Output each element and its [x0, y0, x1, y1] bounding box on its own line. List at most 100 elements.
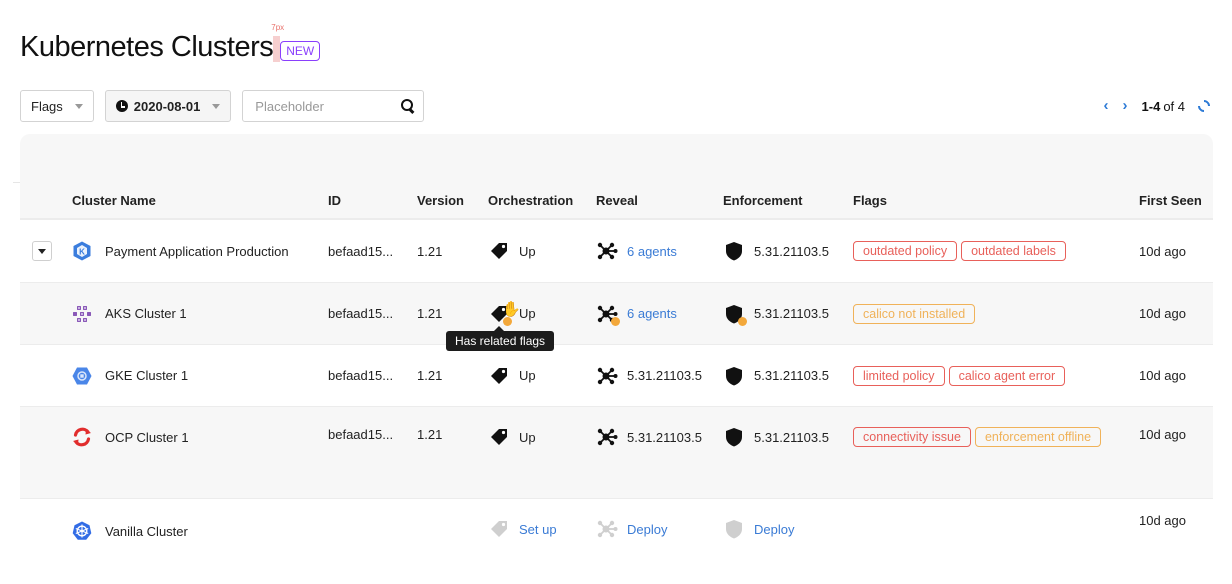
table-header: Cluster Name ID Version Orchestration Re… — [20, 182, 1213, 220]
enforcement-deploy-link[interactable]: Deploy — [754, 522, 794, 537]
column-header-cluster-name[interactable]: Cluster Name — [72, 193, 328, 208]
network-nodes-icon — [596, 304, 620, 326]
shield-icon — [723, 366, 745, 386]
shield-icon — [723, 519, 745, 539]
chevron-right-icon[interactable]: › — [1123, 98, 1128, 114]
search-icon[interactable] — [401, 99, 415, 113]
shield-icon — [723, 241, 745, 261]
tag-icon — [488, 519, 510, 539]
table-row[interactable]: OCP Cluster 1 befaad15... 1.21 Up 5.31.2… — [20, 407, 1213, 499]
cluster-name[interactable]: Vanilla Cluster — [105, 524, 188, 539]
cluster-id: befaad15... — [328, 243, 394, 259]
tag-icon — [488, 427, 510, 447]
first-seen: 10d ago — [1139, 368, 1186, 383]
flag-badge[interactable]: outdated policy — [853, 241, 958, 261]
network-nodes-icon — [596, 241, 618, 261]
tag-icon[interactable]: ✋ — [488, 302, 521, 326]
page-title: Kubernetes Clusters — [20, 31, 274, 63]
network-nodes-icon — [596, 366, 618, 386]
svg-text:K: K — [79, 248, 85, 257]
column-header-first-seen[interactable]: First Seen — [1139, 193, 1209, 208]
aks-icon — [73, 305, 91, 322]
clock-icon — [115, 100, 128, 112]
table-top-bar — [20, 134, 1213, 182]
network-nodes-icon — [596, 519, 618, 539]
flag-badge[interactable]: enforcement offline — [974, 427, 1102, 447]
reveal-version: 5.31.21103.5 — [627, 429, 702, 445]
pager-range: 1-4 — [1141, 98, 1161, 114]
expand-row-button[interactable] — [32, 241, 52, 261]
cluster-id: befaad15... — [328, 306, 394, 321]
caret-down-icon — [38, 248, 46, 254]
date-dropdown[interactable]: 2020-08-01 — [104, 90, 232, 122]
reveal-deploy-link[interactable]: Deploy — [627, 522, 667, 537]
caret-down-icon — [212, 103, 221, 109]
first-seen: 10d ago — [1139, 243, 1186, 259]
toolbar: Flags 2020-08-01 — [20, 90, 425, 122]
cluster-name[interactable]: GKE Cluster 1 — [105, 368, 188, 383]
network-nodes-icon — [596, 427, 618, 447]
shield-icon — [723, 304, 747, 326]
cluster-id: befaad15... — [328, 368, 394, 383]
search-input[interactable] — [255, 98, 402, 114]
openshift-icon — [73, 427, 91, 447]
first-seen: 10d ago — [1139, 427, 1186, 442]
first-seen: 10d ago — [1139, 513, 1186, 528]
orchestration-setup-link[interactable]: Set up — [519, 522, 557, 537]
reveal-agents-link[interactable]: 6 agents — [627, 244, 677, 259]
pointer-cursor-icon: ✋ — [502, 300, 521, 318]
spacing-annotation: 7px — [271, 23, 284, 62]
column-header-flags[interactable]: Flags — [853, 193, 1139, 208]
cluster-version: 1.21 — [417, 306, 443, 321]
enforcement-version: 5.31.21103.5 — [754, 429, 829, 445]
cluster-name[interactable]: AKS Cluster 1 — [105, 306, 187, 321]
date-dropdown-label: 2020-08-01 — [133, 98, 201, 114]
orchestration-status: Up — [519, 429, 536, 445]
cluster-name[interactable]: OCP Cluster 1 — [105, 430, 189, 445]
column-header-enforcement[interactable]: Enforcement — [723, 193, 853, 208]
warning-dot-icon — [611, 316, 620, 326]
caret-down-icon — [74, 103, 83, 109]
orchestration-status: Up — [519, 368, 536, 383]
orchestration-status: Up — [519, 243, 536, 259]
column-header-id[interactable]: ID — [328, 193, 417, 208]
spacing-annotation-label: 7px — [271, 23, 285, 32]
cluster-version: 1.21 — [417, 368, 443, 383]
table-row[interactable]: AKS Cluster 1 befaad15... 1.21 ✋ Up 6 ag… — [20, 283, 1213, 351]
table-row[interactable]: Vanilla Cluster Set up Deploy Deploy 10d… — [20, 499, 1213, 561]
warning-dot-icon — [503, 316, 512, 326]
cluster-version: 1.21 — [417, 427, 443, 442]
column-header-reveal[interactable]: Reveal — [596, 193, 723, 208]
clusters-table: Cluster Name ID Version Orchestration Re… — [13, 134, 1213, 561]
orchestration-status: Up — [519, 306, 536, 321]
new-badge: NEW — [280, 41, 321, 61]
flag-badge[interactable]: calico not installed — [853, 303, 976, 324]
title-row: Kubernetes Clusters 7px NEW — [20, 23, 321, 64]
gke-icon — [72, 367, 92, 384]
refresh-icon[interactable] — [1195, 97, 1213, 115]
kubernetes-wheel-icon — [72, 521, 92, 540]
flag-badge[interactable]: connectivity issue — [853, 427, 971, 447]
flag-badge[interactable]: outdated labels — [961, 241, 1066, 261]
tag-icon — [488, 241, 510, 261]
table-row[interactable]: GKE Cluster 1 befaad15... 1.21 Up 5.31.2… — [20, 345, 1213, 407]
flags-dropdown-label: Flags — [31, 98, 63, 114]
kubernetes-k-icon: K — [73, 241, 91, 261]
flag-badge[interactable]: calico agent error — [948, 365, 1066, 386]
first-seen: 10d ago — [1139, 306, 1186, 321]
warning-dot-icon — [738, 316, 747, 326]
enforcement-version: 5.31.21103.5 — [754, 243, 829, 259]
tag-icon — [488, 366, 510, 386]
enforcement-version: 5.31.21103.5 — [754, 306, 829, 321]
column-header-orchestration[interactable]: Orchestration — [488, 193, 596, 208]
flag-badge[interactable]: limited policy — [853, 365, 945, 386]
flags-dropdown[interactable]: Flags — [20, 90, 94, 122]
column-header-version[interactable]: Version — [417, 193, 488, 208]
table-row[interactable]: K Payment Application Production befaad1… — [20, 220, 1213, 283]
chevron-left-icon[interactable]: ‹ — [1104, 98, 1109, 114]
reveal-agents-link[interactable]: 6 agents — [627, 306, 677, 321]
reveal-version: 5.31.21103.5 — [627, 368, 702, 383]
search-box — [242, 90, 425, 122]
cluster-version: 1.21 — [417, 243, 443, 259]
cluster-name[interactable]: Payment Application Production — [105, 244, 289, 259]
